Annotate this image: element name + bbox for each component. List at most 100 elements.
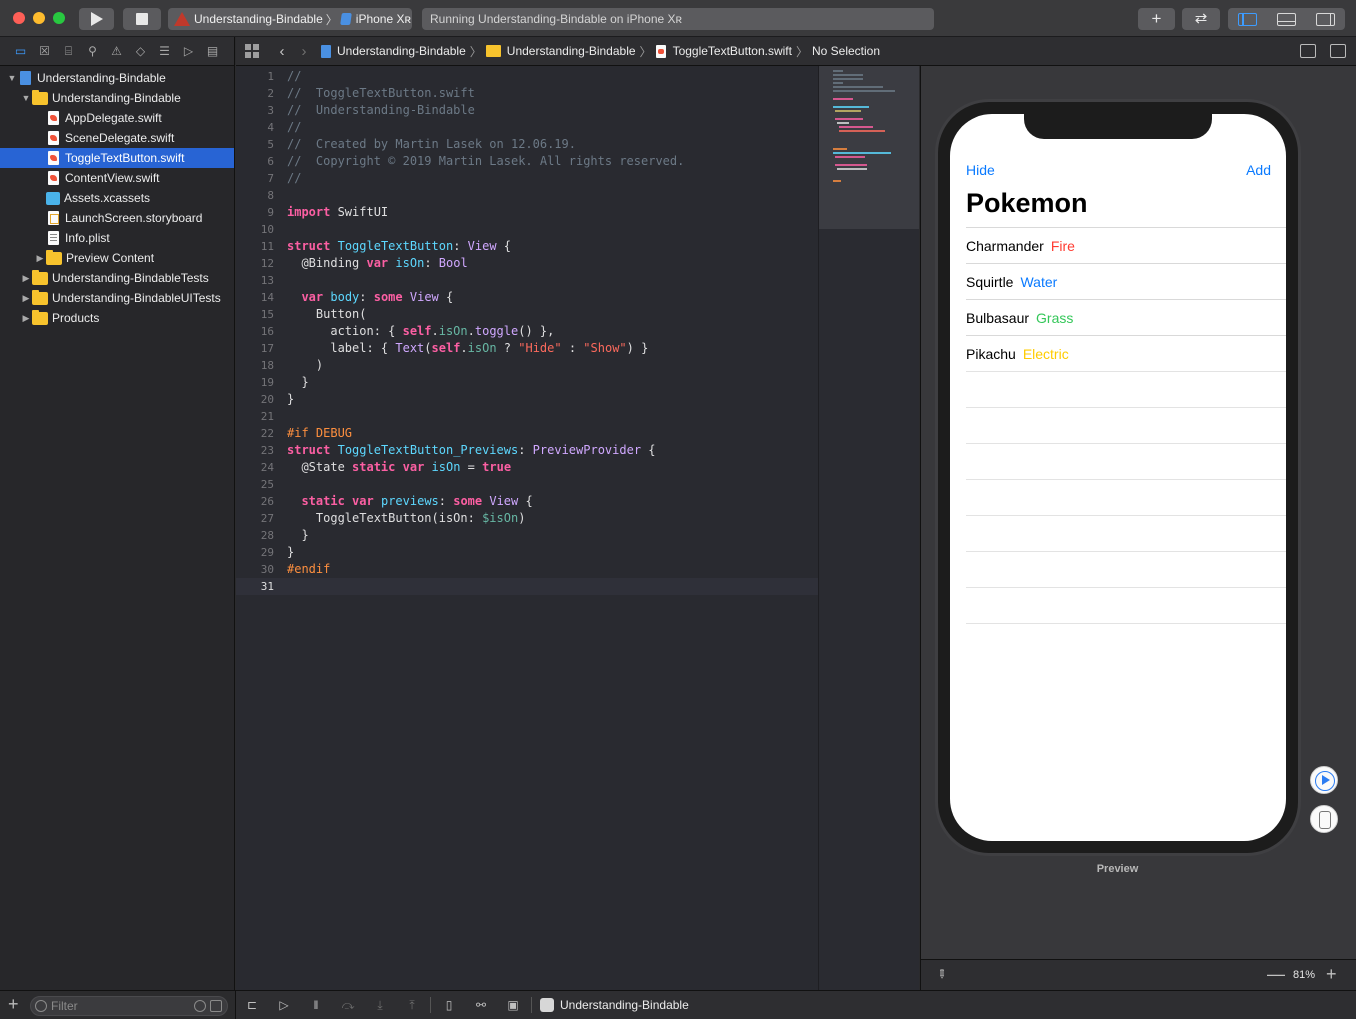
code-line[interactable]: 21 [236, 408, 818, 425]
list-item[interactable]: Charmander Fire [966, 227, 1286, 263]
run-button[interactable] [79, 8, 114, 30]
test-diamond-tab-icon[interactable]: ◇ [133, 44, 148, 59]
line-number[interactable]: 29 [236, 544, 274, 561]
tree-item[interactable]: Info.plist [0, 228, 234, 248]
line-number[interactable]: 22 [236, 425, 274, 442]
library-add-button[interactable]: + [1138, 8, 1175, 30]
breadcrumb-selection[interactable]: No Selection [812, 44, 880, 58]
code-line[interactable]: 11 struct ToggleTextButton: View { [236, 238, 818, 255]
breakpoint-tab-icon[interactable]: ▷ [181, 44, 196, 59]
line-number[interactable]: 4 [236, 119, 274, 136]
debug-tab-icon[interactable]: ☰ [157, 44, 172, 59]
line-number[interactable]: 24 [236, 459, 274, 476]
code-line[interactable]: 13 [236, 272, 818, 289]
zoom-level[interactable]: 81% [1293, 969, 1315, 981]
tree-item[interactable]: AppDelegate.swift [0, 108, 234, 128]
environment-icon[interactable]: ▣ [505, 998, 521, 1012]
step-in-icon[interactable]: ⤓ [372, 998, 388, 1012]
code-line[interactable]: 2 // ToggleTextButton.swift [236, 85, 818, 102]
code-line[interactable]: 7 // [236, 170, 818, 187]
line-number[interactable]: 25 [236, 476, 274, 493]
code-line[interactable]: 14 var body: some View { [236, 289, 818, 306]
line-number[interactable]: 27 [236, 510, 274, 527]
hide-console-icon[interactable]: ⊏ [244, 998, 260, 1012]
disclosure-closed-icon[interactable]: ▶ [34, 253, 46, 264]
code-line[interactable]: 3 // Understanding-Bindable [236, 102, 818, 119]
code-line[interactable]: 10 [236, 221, 818, 238]
toggle-inspector-button[interactable] [1306, 8, 1345, 30]
source-editor[interactable]: 1 // 2 // ToggleTextButton.swift 3 // Underst… [236, 66, 818, 990]
code-line[interactable]: 8 [236, 187, 818, 204]
line-number[interactable]: 28 [236, 527, 274, 544]
line-number[interactable]: 30 [236, 561, 274, 578]
related-items-grid-icon[interactable] [245, 44, 259, 58]
line-number[interactable]: 7 [236, 170, 274, 187]
code-line[interactable]: 26 static var previews: some View { [236, 493, 818, 510]
tree-item[interactable]: LaunchScreen.storyboard [0, 208, 234, 228]
code-line[interactable]: 1 // [236, 68, 818, 85]
zoom-out-button[interactable]: — [1267, 964, 1285, 985]
code-line[interactable]: 30 #endif [236, 561, 818, 578]
tree-item[interactable]: Assets.xcassets [0, 188, 234, 208]
line-number[interactable]: 14 [236, 289, 274, 306]
tree-item[interactable]: SceneDelegate.swift [0, 128, 234, 148]
code-line[interactable]: 6 // Copyright © 2019 Martin Lasek. All r… [236, 153, 818, 170]
forward-arrow-icon[interactable]: › [293, 43, 315, 60]
line-number[interactable]: 9 [236, 204, 274, 221]
code-line[interactable]: 20} [236, 391, 818, 408]
disclosure-open-icon[interactable]: ▼ [20, 93, 32, 103]
step-out-icon[interactable]: ⤒ [404, 998, 420, 1012]
line-number[interactable]: 18 [236, 357, 274, 374]
line-number[interactable]: 5 [236, 136, 274, 153]
tree-item[interactable]: ▶ Products [0, 308, 234, 328]
line-number[interactable]: 1 [236, 68, 274, 85]
code-line[interactable]: 27 ToggleTextButton(isOn: $isOn) [236, 510, 818, 527]
code-line[interactable]: 15 Button( [236, 306, 818, 323]
scheme-selector[interactable]: Understanding-Bindable 〉 iPhone Xʀ [168, 8, 412, 30]
minimize-window-button[interactable] [33, 12, 45, 24]
breadcrumb-project[interactable]: Understanding-Bindable [337, 44, 466, 58]
toggle-navigator-button[interactable] [1228, 8, 1267, 30]
line-number[interactable]: 20 [236, 391, 274, 408]
hide-button[interactable]: Hide [966, 162, 995, 178]
list-item[interactable]: Squirtle Water [966, 263, 1286, 299]
debug-target[interactable]: Understanding-Bindable [540, 998, 689, 1012]
line-number[interactable]: 2 [236, 85, 274, 102]
line-number[interactable]: 31 [236, 578, 274, 595]
list-item[interactable]: Pikachu Electric [966, 335, 1286, 371]
source-control-filter-icon[interactable] [210, 1000, 222, 1012]
code-line[interactable]: 22 #if DEBUG [236, 425, 818, 442]
preview-on-device-button[interactable] [1310, 805, 1338, 833]
code-line[interactable]: 17 label: { Text(self.isOn ? "Hide" : "S… [236, 340, 818, 357]
recent-files-clock-icon[interactable] [194, 1000, 206, 1012]
line-number[interactable]: 19 [236, 374, 274, 391]
tree-item[interactable]: ContentView.swift [0, 168, 234, 188]
line-number[interactable]: 13 [236, 272, 274, 289]
code-line[interactable]: 23 struct ToggleTextButton_Previews: Prev… [236, 442, 818, 459]
disclosure-closed-icon[interactable]: ▶ [20, 293, 32, 304]
code-line[interactable]: 12 @Binding var isOn: Bool [236, 255, 818, 272]
tree-item[interactable]: ▶ Understanding-BindableTests [0, 268, 234, 288]
line-number[interactable]: 16 [236, 323, 274, 340]
filter-field[interactable]: Filter [30, 996, 228, 1016]
line-number[interactable]: 3 [236, 102, 274, 119]
line-number[interactable]: 10 [236, 221, 274, 238]
disclosure-open-icon[interactable]: ▼ [6, 73, 18, 83]
close-window-button[interactable] [13, 12, 25, 24]
code-line[interactable]: 24 @State static var isOn = true [236, 459, 818, 476]
disclosure-closed-icon[interactable]: ▶ [20, 273, 32, 284]
code-line[interactable]: 5 // Created by Martin Lasek on 12.06.19. [236, 136, 818, 153]
live-preview-button[interactable] [1310, 766, 1338, 794]
memory-graph-icon[interactable]: ⚯ [473, 998, 489, 1012]
stop-button[interactable] [123, 8, 161, 30]
code-line[interactable]: 28 } [236, 527, 818, 544]
device-screen[interactable]: Hide Add Pokemon Charmander Fire Squirtle W… [950, 114, 1286, 841]
disclosure-closed-icon[interactable]: ▶ [20, 313, 32, 324]
code-line[interactable]: 16 action: { self.isOn.toggle() }, [236, 323, 818, 340]
tree-item[interactable]: ▼ Understanding-Bindable [0, 68, 234, 88]
line-number[interactable]: 8 [236, 187, 274, 204]
line-number[interactable]: 23 [236, 442, 274, 459]
line-number[interactable]: 15 [236, 306, 274, 323]
tree-item[interactable]: ▼ Understanding-Bindable [0, 88, 234, 108]
view-debugger-icon[interactable]: ▯ [441, 998, 457, 1012]
